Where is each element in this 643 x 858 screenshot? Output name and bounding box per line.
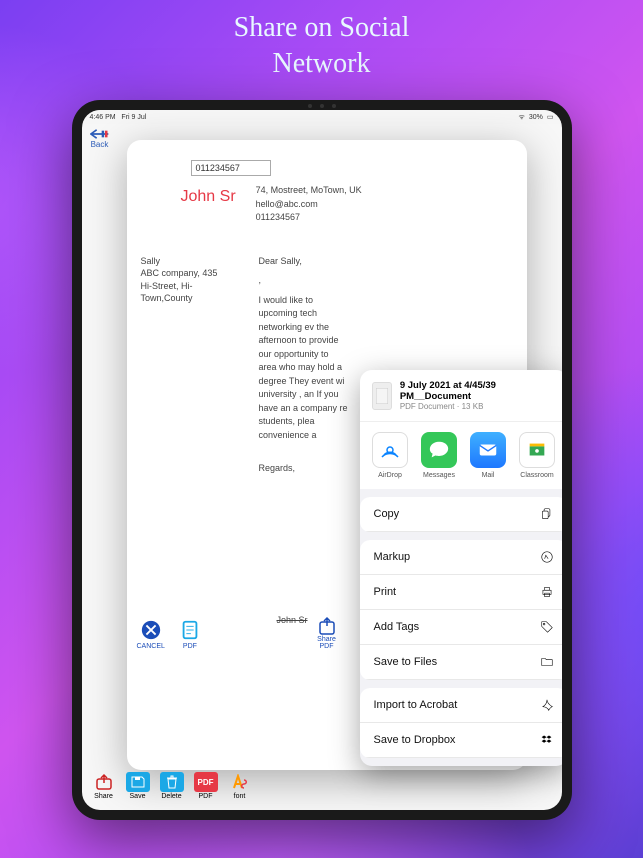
import-acrobat-action[interactable]: Import to Acrobat	[360, 688, 562, 723]
acrobat-icon	[540, 698, 554, 712]
signature: John Sr	[277, 615, 308, 625]
recipient-name: Sally	[141, 255, 241, 268]
print-action[interactable]: Print	[360, 575, 562, 610]
toolbar-save-icon	[126, 772, 150, 792]
sender-contact: 74, Mostreet, MoTown, UK hello@abc.com 0…	[256, 184, 362, 225]
copy-icon	[540, 507, 554, 521]
copy-action[interactable]: Copy	[360, 497, 562, 532]
classroom-label: Classroom	[520, 472, 553, 479]
share-sheet-header: 9 July 2021 at 4/45/39 PM__Document PDF …	[360, 370, 562, 421]
toolbar-font-icon	[228, 772, 252, 792]
airdrop-label: AirDrop	[378, 472, 402, 479]
greeting: Dear Sally,	[259, 255, 513, 269]
toolbar-delete-button[interactable]: Delete	[158, 770, 186, 802]
toolbar-delete-icon	[160, 772, 184, 792]
mail-label: Mail	[482, 472, 495, 479]
pdf-label: PDF	[183, 643, 197, 650]
add-tags-action[interactable]: Add Tags	[360, 610, 562, 645]
toolbar-font-label: font	[234, 793, 246, 800]
promo-line-1: Share on Social	[0, 10, 643, 46]
toolbar-pdf-label: PDF	[199, 793, 213, 800]
save-to-files-action[interactable]: Save to Files	[360, 645, 562, 680]
classroom-icon	[519, 432, 555, 468]
toolbar-share-button[interactable]: Share	[90, 770, 118, 802]
status-date: Fri 9 Jul	[121, 114, 146, 121]
pdf-button[interactable]: PDF	[179, 619, 201, 650]
messages-label: Messages	[423, 472, 455, 479]
promo-title: Share on Social Network	[0, 0, 643, 83]
cancel-button[interactable]: CANCEL	[137, 619, 165, 650]
toolbar-share-label: Share	[94, 793, 113, 800]
markup-label: Markup	[374, 551, 411, 563]
save-dropbox-action[interactable]: Save to Dropbox	[360, 723, 562, 758]
back-arrow-icon	[90, 128, 110, 140]
markup-icon	[540, 550, 554, 564]
back-button[interactable]: Back	[90, 128, 110, 149]
acrobat-label: Import to Acrobat	[374, 699, 458, 711]
print-label: Print	[374, 586, 397, 598]
share-label: Share	[317, 636, 336, 643]
doc-thumbnail-icon	[372, 382, 392, 410]
ipad-screen: 4:46 PM Fri 9 Jul ᯤ 30% ▭ Back 011234567…	[82, 110, 562, 810]
print-icon	[540, 585, 554, 599]
sender-address: 74, Mostreet, MoTown, UK	[256, 184, 362, 198]
folder-icon	[540, 655, 554, 669]
airdrop-app[interactable]: AirDrop	[370, 432, 411, 479]
toolbar-save-button[interactable]: Save	[124, 770, 152, 802]
cancel-icon	[140, 619, 162, 641]
messages-icon	[421, 432, 457, 468]
mail-app[interactable]: Mail	[468, 432, 509, 479]
toolbar-delete-label: Delete	[161, 793, 181, 800]
share-icon	[314, 616, 340, 636]
letter-text: I would like to upcoming tech networking…	[259, 294, 349, 443]
sender-email: hello@abc.com	[256, 198, 362, 212]
tag-icon	[540, 620, 554, 634]
cancel-label: CANCEL	[137, 643, 165, 650]
mail-icon	[470, 432, 506, 468]
toolbar-pdf-button[interactable]: PDF PDF	[192, 770, 220, 802]
classroom-app[interactable]: Classroom	[517, 432, 558, 479]
share-doc-subtitle: PDF Document · 13 KB	[400, 402, 556, 411]
markup-action[interactable]: Markup	[360, 540, 562, 575]
battery-icon: ▭	[547, 113, 554, 121]
pdf-icon	[179, 619, 201, 641]
wifi-icon: ᯤ	[518, 113, 524, 122]
back-label: Back	[91, 140, 109, 149]
bottom-toolbar: Share Save Delete PDF PDF	[86, 766, 258, 806]
share-doc-title: 9 July 2021 at 4/45/39 PM__Document	[400, 380, 556, 402]
status-right: ᯤ 30% ▭	[518, 113, 553, 122]
share-sub: PDF	[320, 643, 334, 650]
ipad-camera	[302, 104, 342, 108]
sender-name: John Sr	[181, 188, 236, 225]
toolbar-font-button[interactable]: font	[226, 770, 254, 802]
share-apps-row: AirDrop Messages Mail	[360, 421, 562, 489]
doc-header-field[interactable]: 011234567	[191, 160, 271, 176]
battery-pct: 30%	[529, 114, 543, 121]
recipient-block: Sally ABC company, 435 Hi-Street, Hi- To…	[141, 255, 241, 482]
add-tags-label: Add Tags	[374, 621, 420, 633]
toolbar-save-label: Save	[130, 793, 146, 800]
recipient-addr2: Town,County	[141, 292, 241, 305]
promo-line-2: Network	[0, 46, 643, 82]
dropbox-label: Save to Dropbox	[374, 734, 456, 746]
recipient-addr1: Hi-Street, Hi-	[141, 280, 241, 293]
save-files-label: Save to Files	[374, 656, 438, 668]
sender-phone: 011234567	[256, 211, 362, 225]
share-actions-list: Copy Markup Print Add Tags	[360, 497, 562, 758]
status-time: 4:46 PM	[90, 114, 116, 121]
status-bar: 4:46 PM Fri 9 Jul ᯤ 30% ▭	[82, 110, 562, 124]
status-left: 4:46 PM Fri 9 Jul	[90, 114, 147, 121]
airdrop-icon	[372, 432, 408, 468]
messages-app[interactable]: Messages	[419, 432, 460, 479]
recipient-company: ABC company, 435	[141, 267, 241, 280]
ipad-frame: 4:46 PM Fri 9 Jul ᯤ 30% ▭ Back 011234567…	[72, 100, 572, 820]
copy-label: Copy	[374, 508, 400, 520]
toolbar-pdf-icon: PDF	[194, 772, 218, 792]
doc-action-row: CANCEL PDF	[137, 619, 201, 650]
share-sheet: 9 July 2021 at 4/45/39 PM__Document PDF …	[360, 370, 562, 766]
share-pdf-button[interactable]: Share PDF	[314, 616, 340, 650]
toolbar-share-icon	[92, 772, 116, 792]
dropbox-icon	[540, 733, 554, 747]
